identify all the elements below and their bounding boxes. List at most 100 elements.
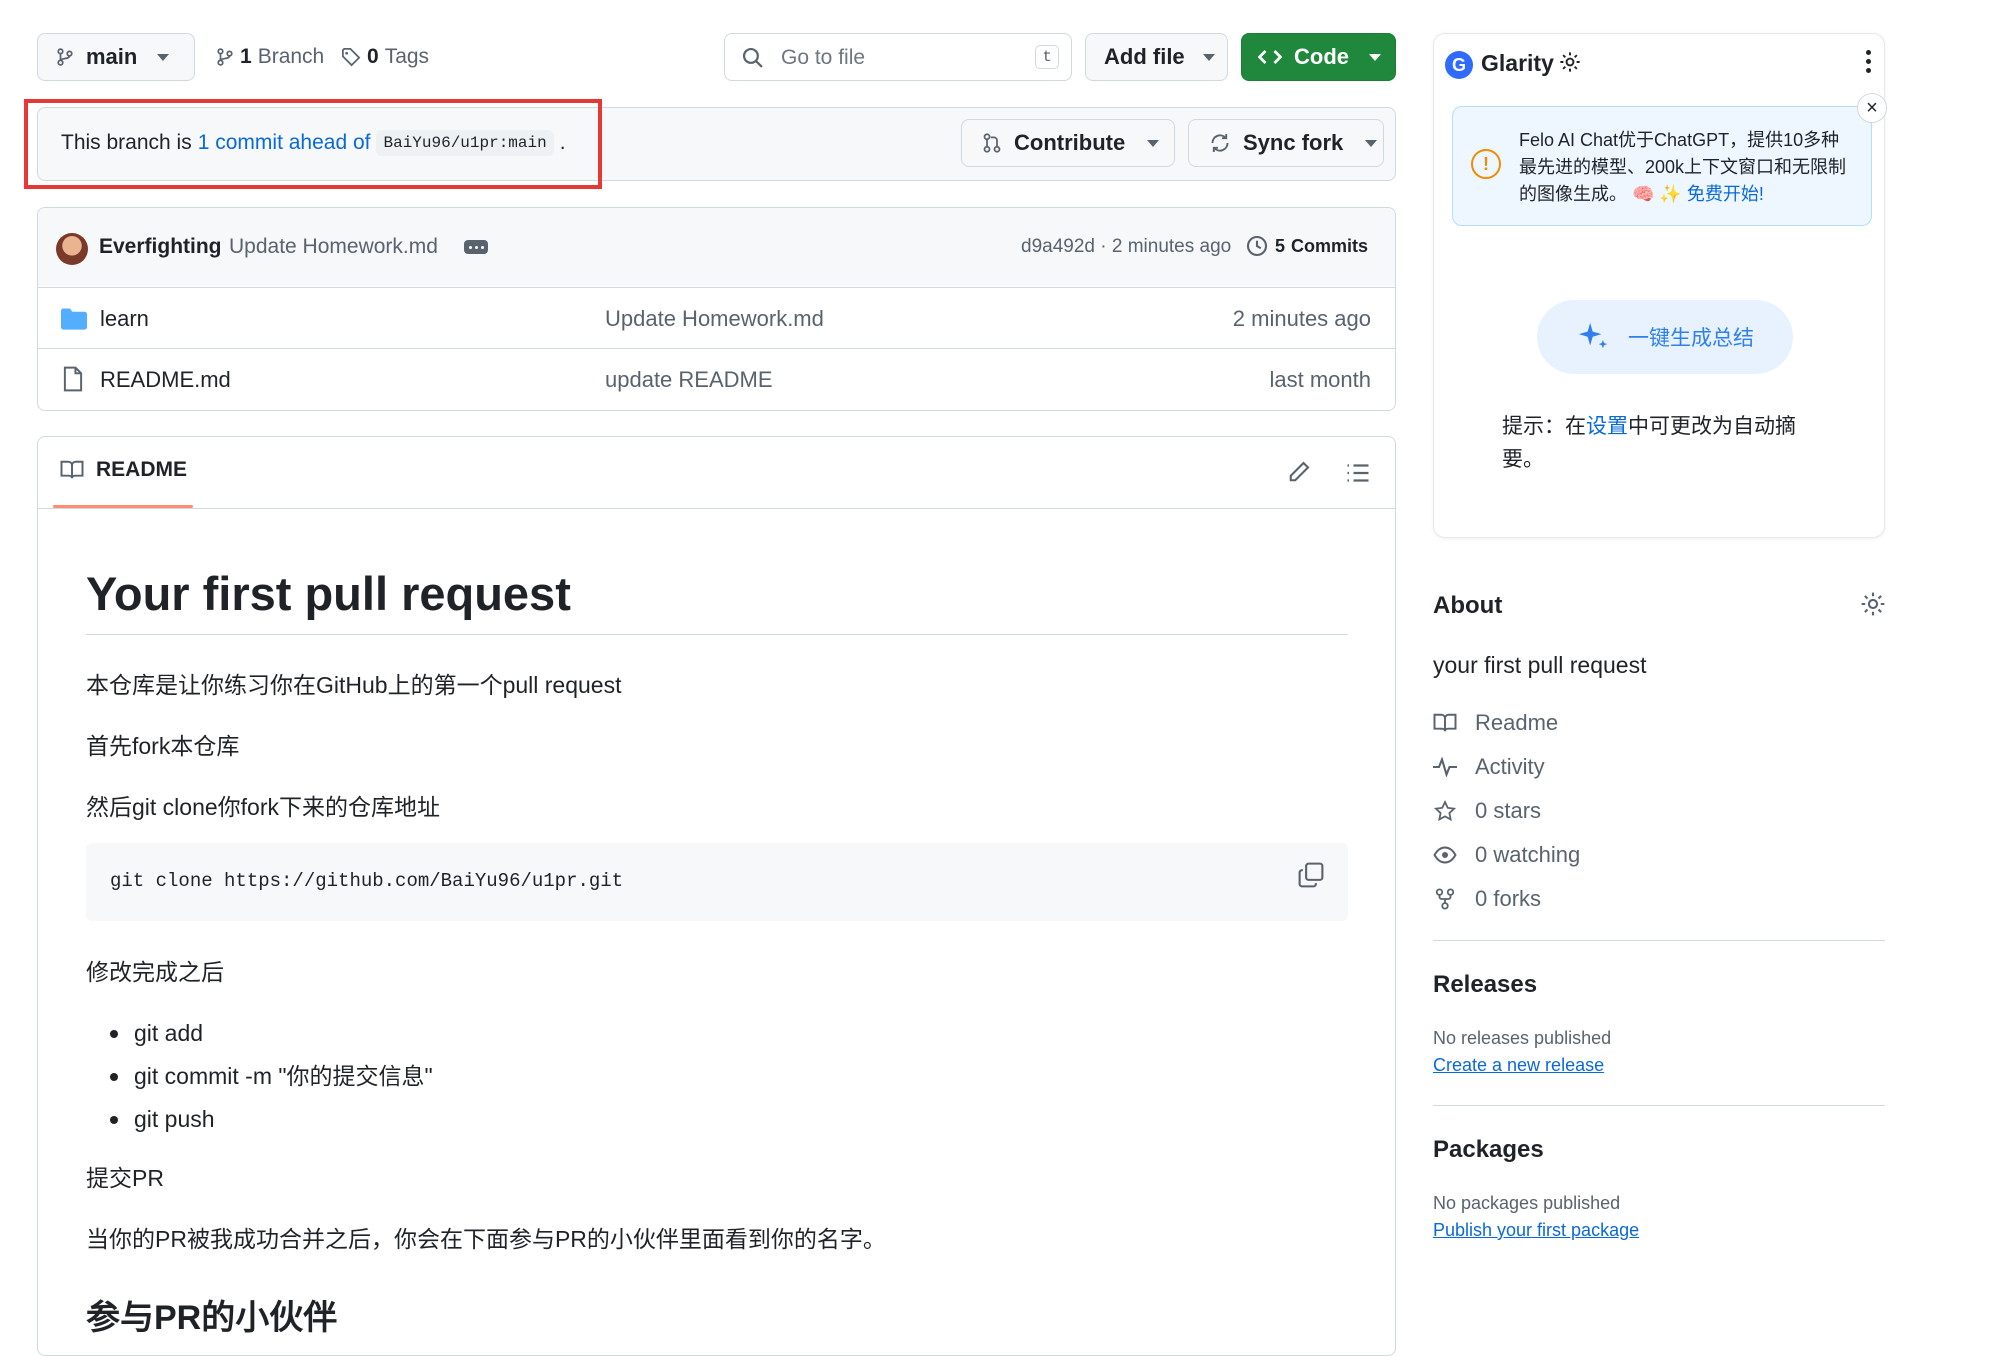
tags-count: 0 — [367, 45, 379, 68]
promo-link[interactable]: 免费开始! — [1687, 184, 1764, 204]
list-item: git commit -m "你的提交信息" — [110, 1055, 433, 1098]
readme-h1: Your first pull request — [86, 567, 571, 620]
pulse-icon — [1433, 757, 1457, 777]
generate-summary-button[interactable]: 一键生成总结 — [1537, 300, 1793, 374]
file-time: last month — [1269, 367, 1372, 392]
releases-title[interactable]: Releases — [1433, 971, 1537, 999]
list-item: git add — [110, 1012, 433, 1055]
ellipsis-icon[interactable] — [464, 240, 488, 254]
file-time: 2 minutes ago — [1232, 306, 1371, 331]
forks-link[interactable]: 0 forks — [1433, 886, 1541, 912]
pull-request-icon — [982, 132, 1002, 154]
copy-icon[interactable] — [1298, 862, 1324, 888]
chevron-down-icon — [157, 53, 170, 61]
branch-status-text: This branch is 1 commit ahead of BaiYu96… — [61, 130, 566, 156]
about-title: About — [1433, 592, 1503, 619]
book-icon — [60, 460, 84, 480]
branch-icon — [56, 47, 74, 67]
branch-icon — [216, 47, 234, 67]
commits-link[interactable]: 5 Commits — [1245, 234, 1368, 258]
branch-select-button[interactable]: main — [37, 33, 195, 81]
tags-link[interactable]: 0 Tags — [341, 45, 429, 69]
sync-fork-button[interactable]: Sync fork — [1188, 119, 1384, 167]
branches-label: Branch — [257, 45, 325, 68]
file-name[interactable]: learn — [100, 306, 149, 332]
file-commit-message[interactable]: Update Homework.md — [605, 306, 824, 332]
chevron-down-icon — [1147, 139, 1160, 147]
commit-message[interactable]: Update Homework.md — [229, 235, 438, 259]
add-file-button[interactable]: Add file — [1085, 33, 1228, 81]
search-placeholder: Go to file — [781, 46, 866, 69]
packages-empty: No packages published — [1433, 1193, 1621, 1213]
sync-fork-label: Sync fork — [1243, 130, 1344, 155]
code-icon — [1258, 47, 1282, 67]
avatar[interactable] — [56, 233, 88, 265]
folder-icon — [61, 308, 87, 330]
branch-name: main — [86, 44, 138, 69]
h1-divider — [86, 634, 1348, 635]
glarity-logo-icon: G — [1445, 51, 1473, 79]
contribute-button[interactable]: Contribute — [961, 119, 1175, 167]
chevron-down-icon — [1369, 53, 1381, 61]
activity-link[interactable]: Activity — [1433, 754, 1545, 780]
code-block: git clone https://github.com/BaiYu96/u1p… — [86, 843, 1348, 921]
pencil-icon[interactable] — [1287, 460, 1311, 484]
promo-text: Felo AI Chat优于ChatGPT，提供10多种最先进的模型、200k上… — [1519, 127, 1853, 208]
readme-link[interactable]: Readme — [1433, 710, 1558, 736]
kebab-menu-icon[interactable] — [1866, 50, 1871, 73]
code-button[interactable]: Code — [1241, 33, 1396, 81]
tags-label: Tags — [384, 45, 430, 68]
commit-hash-time[interactable]: d9a492d · 2 minutes ago — [1021, 236, 1231, 258]
readme-h2: 参与PR的小伙伴 — [86, 1299, 338, 1337]
chevron-down-icon — [1202, 53, 1215, 61]
divider — [1433, 940, 1885, 941]
star-icon — [1433, 800, 1457, 822]
eye-icon — [1433, 845, 1457, 865]
divider — [1433, 1105, 1885, 1106]
status-suffix: . — [559, 131, 566, 154]
bullet-list: git add git commit -m "你的提交信息" git push — [110, 1012, 433, 1141]
list-item: git push — [110, 1098, 433, 1141]
gear-icon[interactable] — [1559, 51, 1581, 73]
contribute-label: Contribute — [1014, 130, 1126, 155]
readme-paragraph: 然后git clone你fork下来的仓库地址 — [86, 794, 441, 820]
gear-icon[interactable] — [1860, 591, 1886, 617]
stars-link[interactable]: 0 stars — [1433, 798, 1541, 824]
status-prefix: This branch is — [61, 131, 192, 154]
watchers-link[interactable]: 0 watching — [1433, 842, 1580, 868]
releases-empty: No releases published — [1433, 1028, 1612, 1048]
outline-list-icon[interactable] — [1346, 462, 1370, 484]
commits-label: Commits — [1291, 235, 1369, 256]
warning-icon: ! — [1471, 149, 1501, 179]
add-file-label: Add file — [1104, 44, 1185, 69]
commits-ahead-link[interactable]: 1 commit ahead of — [198, 131, 371, 155]
table-row[interactable]: README.md update README last month — [37, 348, 1395, 409]
branches-link[interactable]: 1 Branch — [216, 45, 324, 69]
chevron-down-icon — [1365, 139, 1378, 147]
readme-header-divider — [38, 508, 1395, 509]
summary-button-label: 一键生成总结 — [1628, 327, 1754, 350]
file-name[interactable]: README.md — [100, 367, 231, 393]
file-commit-message[interactable]: update README — [605, 367, 773, 393]
publish-package-link[interactable]: Publish your first package — [1433, 1220, 1639, 1241]
create-release-link[interactable]: Create a new release — [1433, 1055, 1604, 1076]
settings-link[interactable]: 设置 — [1586, 415, 1628, 438]
branches-count: 1 — [240, 45, 252, 68]
commit-author[interactable]: Everfighting — [99, 235, 222, 259]
promo-notice: ! Felo AI Chat优于ChatGPT，提供10多种最先进的模型、200… — [1452, 106, 1872, 226]
readme-paragraph: 修改完成之后 — [86, 959, 224, 985]
go-to-file-input[interactable]: Go to file t — [724, 33, 1072, 81]
commits-count: 5 — [1275, 235, 1286, 256]
table-row[interactable]: learn Update Homework.md 2 minutes ago — [37, 287, 1395, 348]
readme-paragraph: 本仓库是让你练习你在GitHub上的第一个pull request — [86, 672, 622, 698]
code-label: Code — [1294, 44, 1349, 69]
tip-prefix: 提示：在 — [1502, 415, 1586, 438]
readme-paragraph: 当你的PR被我成功合并之后，你会在下面参与PR的小伙伴里面看到你的名字。 — [86, 1226, 886, 1252]
packages-title[interactable]: Packages — [1433, 1136, 1544, 1164]
tag-icon — [341, 47, 361, 67]
tab-readme[interactable]: README — [60, 458, 187, 482]
sparkle-icon — [1576, 320, 1610, 354]
close-icon[interactable]: × — [1857, 93, 1887, 123]
book-icon — [1433, 713, 1457, 733]
shortcut-key: t — [1035, 45, 1059, 69]
